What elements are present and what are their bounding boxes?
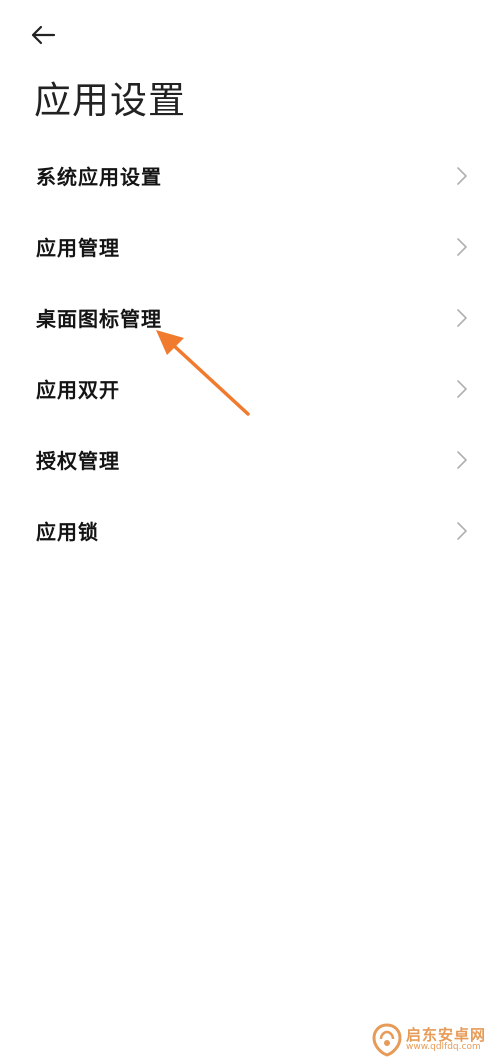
back-button[interactable] (30, 18, 70, 52)
menu-item-label: 应用管理 (36, 236, 120, 260)
watermark-name: 启东安卓网 (406, 1025, 487, 1044)
menu-item-label: 应用锁 (36, 520, 99, 544)
menu-item-label: 授权管理 (36, 449, 120, 473)
page-title: 应用设置 (34, 79, 186, 122)
arrow-left-icon (31, 25, 56, 45)
menu-item-label: 桌面图标管理 (36, 307, 162, 331)
chevron-right-icon (457, 521, 467, 540)
chevron-right-icon (457, 308, 467, 327)
chevron-right-icon (457, 450, 467, 469)
watermark-url: www.qdlfdq.com (406, 1042, 481, 1053)
menu-item-desktop-icon-management[interactable]: 桌面图标管理 (0, 282, 500, 353)
menu-item-permissions[interactable]: 授权管理 (0, 424, 500, 495)
menu-item-dual-apps[interactable]: 应用双开 (0, 353, 500, 424)
settings-menu: 系统应用设置 应用管理 桌面图标管理 应用双开 授权管理 应用锁 (0, 140, 500, 566)
menu-item-label: 系统应用设置 (36, 165, 162, 189)
menu-item-app-lock[interactable]: 应用锁 (0, 495, 500, 566)
menu-item-system-app-settings[interactable]: 系统应用设置 (0, 140, 500, 211)
menu-item-app-management[interactable]: 应用管理 (0, 211, 500, 282)
chevron-right-icon (457, 379, 467, 398)
chevron-right-icon (457, 237, 467, 256)
site-logo-icon (372, 1023, 402, 1057)
menu-item-label: 应用双开 (36, 378, 120, 402)
chevron-right-icon (457, 166, 467, 185)
watermark: 启东安卓网 www.qdlfdq.com (372, 1020, 498, 1060)
